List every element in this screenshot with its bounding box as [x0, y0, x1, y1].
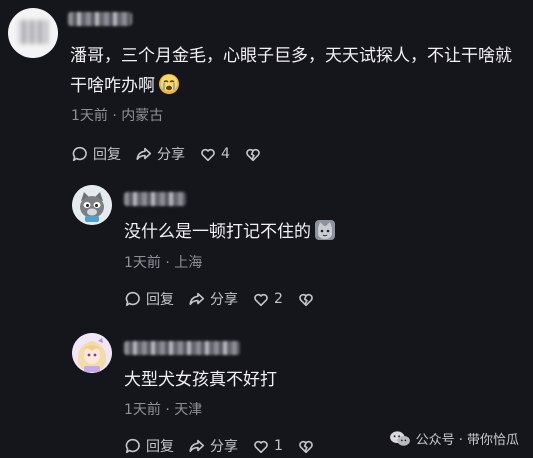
share-button[interactable]: 分享 [188, 289, 238, 309]
share-button[interactable]: 分享 [188, 436, 238, 456]
broken-heart-icon [299, 440, 313, 454]
share-label: 分享 [157, 147, 185, 163]
reply-label: 回复 [146, 292, 174, 308]
heart-icon [201, 148, 215, 162]
comment-meta: 1天前 · 天津 [124, 402, 203, 418]
share-icon [189, 292, 205, 306]
anime-girl-avatar-icon [72, 333, 112, 373]
like-button[interactable]: 1 [252, 437, 283, 455]
reply-button[interactable]: 回复 [71, 144, 121, 164]
comment-text-line-2: 干啥咋办啊 [70, 76, 155, 96]
reply-icon [125, 291, 140, 307]
user-avatar[interactable] [72, 333, 112, 373]
reply-icon [72, 146, 87, 162]
like-button[interactable]: 4 [199, 145, 230, 163]
heart-icon [254, 293, 268, 307]
comment-actions: 回复 分享 2 [124, 289, 329, 309]
comment-actions: 回复 分享 1 [124, 436, 329, 456]
share-icon [136, 147, 152, 161]
username-blurred[interactable] [124, 341, 240, 355]
wechat-icon [389, 430, 410, 446]
dislike-button[interactable] [297, 290, 315, 308]
wechat-watermark: 公众号 · 带你恰瓜 [389, 429, 519, 448]
reply-label: 回复 [146, 439, 174, 455]
share-icon [189, 439, 205, 453]
reply-button[interactable]: 回复 [124, 436, 174, 456]
reply-button[interactable]: 回复 [124, 289, 174, 309]
dislike-button[interactable] [244, 145, 262, 163]
share-label: 分享 [210, 292, 238, 308]
comment-text: 潘哥，三个月金毛，心眼子巨多，天天试探人，不让干啥就 [70, 42, 512, 70]
share-button[interactable]: 分享 [135, 144, 185, 164]
comment-meta: 1天前 · 上海 [124, 255, 203, 271]
comment-text-line: 没什么是一顿打记不住的 [124, 222, 311, 242]
comment-text: 大型犬女孩真不好打 [124, 366, 277, 394]
like-count: 1 [274, 438, 283, 454]
user-avatar[interactable] [8, 8, 58, 58]
crying-face-emoji-icon [159, 74, 179, 94]
username-blurred[interactable] [124, 192, 186, 206]
broken-heart-icon [246, 148, 260, 162]
comment-text-cont: 干啥咋办啊 [70, 72, 179, 100]
username-blurred[interactable] [68, 12, 132, 26]
reply-label: 回复 [93, 147, 121, 163]
heart-icon [254, 440, 268, 454]
comment-text: 没什么是一顿打记不住的 [124, 218, 335, 246]
cartoon-wolf-avatar-icon [72, 185, 112, 225]
user-avatar[interactable] [72, 185, 112, 225]
comment-text-line-1: 潘哥，三个月金毛，心眼子巨多，天天试探人，不让干啥就 [70, 46, 512, 66]
comment-text-line: 大型犬女孩真不好打 [124, 370, 277, 390]
comment-meta: 1天前 · 内蒙古 [71, 108, 164, 124]
watermark-text: 公众号 · 带你恰瓜 [415, 433, 519, 448]
broken-heart-icon [299, 293, 313, 307]
share-label: 分享 [210, 439, 238, 455]
comment-actions: 回复 分享 4 [71, 144, 276, 164]
reply-icon [125, 438, 140, 454]
cat-face-emoji-icon [315, 220, 335, 240]
like-count: 4 [221, 146, 230, 162]
like-button[interactable]: 2 [252, 290, 283, 308]
like-count: 2 [274, 291, 283, 307]
dislike-button[interactable] [297, 437, 315, 455]
